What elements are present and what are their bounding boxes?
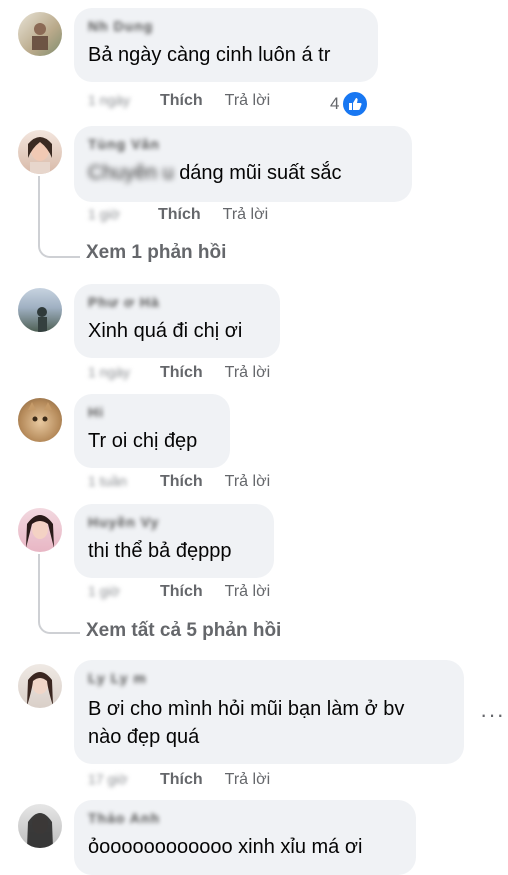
avatar[interactable]	[18, 288, 62, 332]
avatar[interactable]	[18, 130, 62, 174]
comment-actions: 1 ngày Thích Trả lời	[88, 364, 270, 386]
blurred-tag[interactable]: Chuyên u	[88, 162, 174, 184]
comment-text: thi thể bả đẹppp	[88, 540, 232, 562]
comment-bubble: Nh Dung Bả ngày càng cinh luôn á tr	[74, 8, 378, 82]
comment-bubble: Huyền Vy thi thể bả đẹppp	[74, 504, 274, 578]
view-replies-link[interactable]: Xem 1 phản hồi	[86, 242, 226, 264]
comment-text: B ơi cho mình hỏi mũi bạn làm ở bv	[88, 698, 405, 720]
comment-actions: 1 giờ Thích Trả lời	[88, 206, 268, 228]
reply-button[interactable]: Trả lời	[225, 771, 270, 788]
comment-time[interactable]: 17 giờ	[88, 771, 146, 787]
commenter-name[interactable]: Phư ơ Hà	[88, 293, 266, 311]
commenter-name[interactable]: Nh Dung	[88, 17, 364, 35]
comment-time[interactable]: 1 tuần	[88, 473, 146, 489]
commenter-name[interactable]: Thảo Anh	[88, 809, 402, 827]
reply-button[interactable]: Trả lời	[225, 364, 270, 381]
comment-time[interactable]: 1 ngày	[88, 92, 146, 108]
comment-time[interactable]: 1 giờ	[88, 583, 146, 599]
comment-actions: 17 giờ Thích Trả lời	[88, 771, 270, 793]
comment-bubble: Tùng Vân Chuyên u dáng mũi suất sắc	[74, 126, 412, 202]
comment-actions: 1 giờ Thích Trả lời	[88, 583, 270, 605]
reply-button[interactable]: Trả lời	[223, 206, 268, 223]
reaction-summary[interactable]: 4	[330, 90, 370, 118]
commenter-name[interactable]: Huyền Vy	[88, 513, 260, 531]
like-button[interactable]: Thích	[158, 206, 201, 223]
like-button[interactable]: Thích	[160, 473, 203, 490]
more-options-icon[interactable]: ···	[480, 702, 505, 728]
comment-text: nào đẹp quá	[88, 726, 200, 748]
comment-text: Chuyên u dáng mũi suất sắc	[88, 159, 398, 187]
comment-bubble: Thảo Anh ỏoooooooooooo xinh xỉu má ơi	[74, 800, 416, 875]
reaction-count: 4	[330, 94, 340, 113]
comment-actions: 1 tuần Thích Trả lời	[88, 473, 270, 495]
comment-bubble: Hi Tr oi chị đẹp	[74, 394, 230, 468]
reply-button[interactable]: Trả lời	[225, 473, 270, 490]
comment-time[interactable]: 1 ngày	[88, 364, 146, 380]
commenter-name[interactable]: Tùng Vân	[88, 135, 398, 153]
view-replies-link[interactable]: Xem tất cả 5 phản hồi	[86, 620, 281, 642]
comment-bubble: Ly Ly m B ơi cho mình hỏi mũi bạn làm ở …	[74, 660, 464, 764]
avatar[interactable]	[18, 664, 62, 708]
reply-button[interactable]: Trả lời	[225, 583, 270, 600]
like-button[interactable]: Thích	[160, 583, 203, 600]
like-button[interactable]: Thích	[160, 92, 203, 109]
avatar[interactable]	[18, 12, 62, 56]
like-button[interactable]: Thích	[160, 364, 203, 381]
comment-text-visible: dáng mũi suất sắc	[179, 162, 342, 184]
comment-text: Bả ngày càng cinh luôn á tr	[88, 44, 331, 66]
comment-actions: 1 ngày Thích Trả lời	[88, 92, 270, 114]
commenter-name[interactable]: Hi	[88, 403, 216, 421]
comment-text: Tr oi chị đẹp	[88, 430, 198, 452]
avatar[interactable]	[18, 398, 62, 442]
comment-text: Xinh quá đi chị ơi	[88, 320, 243, 342]
reply-thread-line	[38, 554, 80, 634]
thumbs-up-icon	[341, 90, 370, 118]
comment-time[interactable]: 1 giờ	[88, 206, 144, 222]
avatar[interactable]	[18, 508, 62, 552]
avatar[interactable]	[18, 804, 62, 848]
commenter-name[interactable]: Ly Ly m	[88, 669, 450, 687]
comment-bubble: Phư ơ Hà Xinh quá đi chị ơi	[74, 284, 280, 358]
like-button[interactable]: Thích	[160, 771, 203, 788]
comment-text: ỏoooooooooooo xinh xỉu má ơi	[88, 836, 363, 858]
reply-button[interactable]: Trả lời	[225, 92, 270, 109]
